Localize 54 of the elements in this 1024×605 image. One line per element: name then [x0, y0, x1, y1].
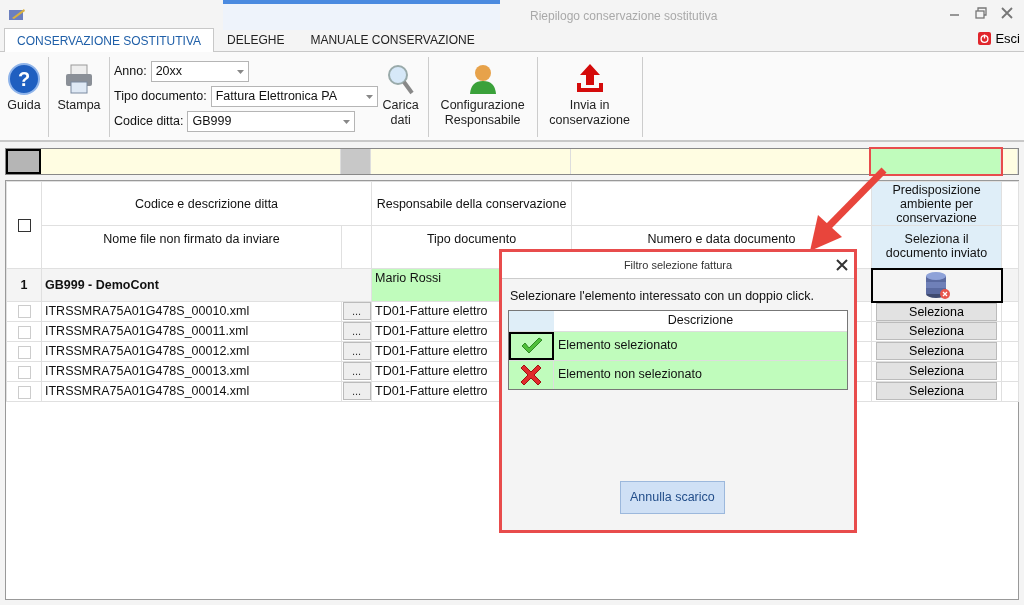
caret-icon — [365, 94, 373, 99]
help-icon: ? — [8, 63, 40, 95]
more-button[interactable]: ... — [342, 302, 371, 321]
select-button[interactable]: Seleziona — [876, 322, 997, 341]
app-icon — [8, 8, 26, 22]
toolbar-button[interactable]: Stampa — [53, 61, 105, 115]
caret-icon — [236, 69, 244, 74]
header-cell — [509, 310, 554, 331]
close-icon[interactable] — [836, 259, 848, 271]
more-button[interactable]: ... — [342, 322, 371, 341]
cross-icon — [520, 363, 542, 386]
window-title: Riepilogo conservazione sostitutiva — [529, 8, 719, 25]
printer-icon — [63, 63, 95, 95]
dropdown[interactable]: 20xx — [150, 61, 249, 82]
toolbar-button[interactable]: Configurazione Responsabile — [432, 61, 533, 130]
field-label: Anno: — [114, 63, 147, 81]
file-name: ITRSSMRA75A01G478S_00011.xml — [41, 321, 342, 342]
column-header: Predisposizione ambiente per conservazione — [871, 181, 1002, 226]
tab[interactable]: CONSERVAZIONE SOSTITUTIVA — [4, 28, 215, 52]
field-label: Tipo documento: — [114, 88, 207, 106]
more-button[interactable]: ... — [342, 362, 371, 381]
list-row[interactable]: Elemento selezionato — [509, 330, 847, 360]
tab[interactable]: MANUALE CONSERVAZIONE — [297, 27, 488, 51]
column-header: Responsabile della conservazione — [371, 181, 572, 226]
column-header: Descrizione — [666, 311, 735, 329]
file-name: ITRSSMRA75A01G478S_00010.xml — [41, 301, 342, 322]
check-icon — [519, 336, 544, 355]
toolbar-button[interactable]: Carica dati — [377, 61, 424, 137]
power-icon — [978, 31, 992, 45]
file-name: ITRSSMRA75A01G478S_00013.xml — [41, 361, 342, 382]
cancel-button[interactable]: Annulla scarico — [620, 481, 725, 514]
more-button[interactable]: ... — [342, 342, 371, 361]
file-name: ITRSSMRA75A01G478S_00014.xml — [41, 381, 342, 402]
file-name: ITRSSMRA75A01G478S_00012.xml — [41, 341, 342, 362]
toolbar-button[interactable]: ? Guida — [4, 61, 44, 115]
field-label: Codice ditta: — [114, 113, 184, 131]
exit-button[interactable]: Esci — [978, 28, 1024, 48]
tab[interactable]: DELEGHE — [214, 27, 298, 51]
column-header: Codice e descrizione ditta — [41, 181, 372, 226]
restore-icon[interactable] — [972, 4, 990, 22]
column-header: Seleziona il documento inviato — [871, 225, 1002, 269]
list-row[interactable]: Elemento non selezionato — [509, 359, 847, 389]
row-number: 1 — [6, 268, 42, 302]
select-button[interactable]: Seleziona — [876, 342, 997, 361]
select-button[interactable]: Seleziona — [876, 362, 997, 381]
dropdown[interactable]: Fattura Elettronica PA — [210, 86, 378, 107]
more-button[interactable]: ... — [342, 382, 371, 401]
checkbox[interactable] — [17, 218, 31, 232]
dropdown[interactable]: GB999 — [187, 111, 356, 132]
company-name: GB999 - DemoCont — [41, 268, 372, 302]
column-header: Nome file non firmato da inviare — [41, 225, 342, 269]
caret-icon — [343, 119, 351, 124]
toolbar-button[interactable]: Invia in conservazione — [541, 61, 638, 130]
select-button[interactable]: Seleziona — [876, 382, 997, 401]
